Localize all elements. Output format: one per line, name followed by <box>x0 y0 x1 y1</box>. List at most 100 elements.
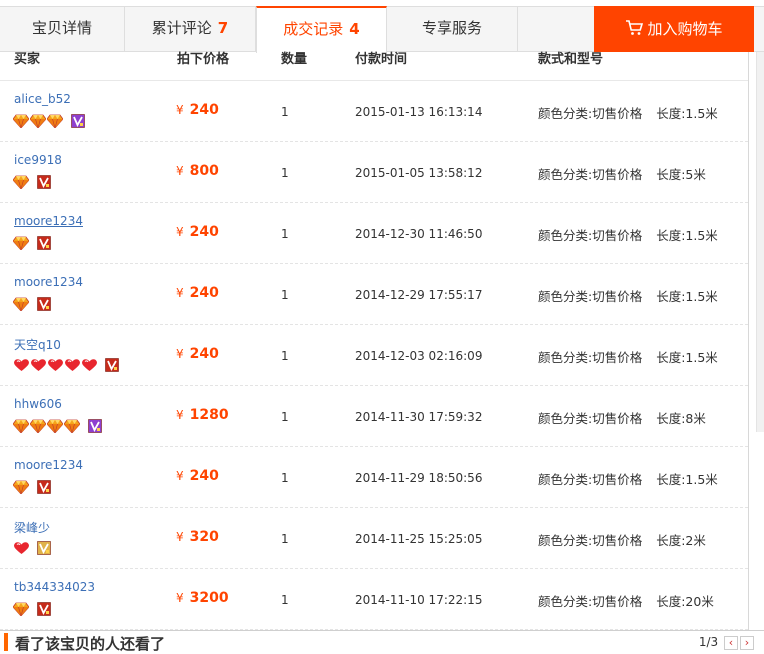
table-row: hhw606 ¥1280 1 2014-11-30 17:59:32 颜色分类:切售价格… <box>0 386 748 447</box>
price-value: ¥320 <box>176 529 219 545</box>
buyer-name-link[interactable]: moore1234 <box>14 275 83 289</box>
price-amount: 320 <box>189 529 219 545</box>
chevron-left-icon[interactable]: ‹ <box>724 635 738 650</box>
diamond-icon <box>12 419 30 434</box>
col-header-price: 拍下价格 <box>177 52 230 67</box>
spec-text: 颜色分类:切售价格 长度:2米 <box>538 530 706 549</box>
currency-symbol: ¥ <box>176 469 184 483</box>
table-row: ice9918 ¥800 1 2015-01-05 13:58:12 颜色分类:切售价格… <box>0 142 748 203</box>
buyer-name-link[interactable]: 天空q10 <box>14 336 61 353</box>
detail-tab-bar: 宝贝详情 累计评论 7 成交记录 4 专享服务 加入购物车 <box>0 6 764 53</box>
spec-color: 颜色分类:切售价格 <box>538 228 643 243</box>
vip-level-icon <box>37 235 51 250</box>
heart-icon <box>47 358 64 372</box>
add-to-cart-label: 加入购物车 <box>647 20 723 38</box>
diamond-icon <box>12 480 30 495</box>
quantity-value: 1 <box>281 288 289 302</box>
tab-count: 4 <box>349 20 360 38</box>
spec-color: 颜色分类:切售价格 <box>538 594 643 609</box>
buyer-name-link[interactable]: tb344334023 <box>14 580 95 594</box>
buyer-credit-badges <box>12 418 102 434</box>
price-value: ¥3200 <box>176 590 229 606</box>
quantity-value: 1 <box>281 410 289 424</box>
payment-time: 2015-01-05 13:58:12 <box>355 166 483 180</box>
spec-color: 颜色分类:切售价格 <box>538 289 643 304</box>
vip-level-icon <box>37 601 51 616</box>
buyer-credit-badges <box>13 357 119 373</box>
quantity-value: 1 <box>281 227 289 241</box>
buyer-credit-badges <box>12 479 51 495</box>
buyer-name-link[interactable]: moore1234 <box>14 458 83 472</box>
vip-level-icon <box>71 113 85 128</box>
buyer-name-link[interactable]: moore1234 <box>14 214 83 228</box>
table-row: alice_b52 ¥240 1 2015-01-13 16:13:14 颜色分类:切售… <box>0 81 748 142</box>
price-value: ¥1280 <box>176 407 229 423</box>
price-amount: 240 <box>189 468 219 484</box>
price-amount: 240 <box>189 346 219 362</box>
spec-text: 颜色分类:切售价格 长度:1.5米 <box>538 103 718 122</box>
quantity-value: 1 <box>281 471 289 485</box>
add-to-cart-button[interactable]: 加入购物车 <box>594 6 754 52</box>
buyer-name-link[interactable]: 梁峰少 <box>14 519 50 536</box>
payment-time: 2014-12-03 02:16:09 <box>355 349 483 363</box>
price-amount: 800 <box>189 163 219 179</box>
currency-symbol: ¥ <box>176 530 184 544</box>
spec-color: 颜色分类:切售价格 <box>538 411 643 426</box>
buyer-name-link[interactable]: ice9918 <box>14 153 62 167</box>
heart-icon <box>81 358 98 372</box>
spec-length: 长度:20米 <box>656 594 714 609</box>
tab-transactions[interactable]: 成交记录 4 <box>256 6 387 53</box>
tab-count: 7 <box>217 19 229 37</box>
price-value: ¥240 <box>176 346 219 362</box>
diamond-icon <box>12 114 30 129</box>
heart-icon <box>13 541 30 555</box>
tab-services[interactable]: 专享服务 <box>387 6 518 52</box>
diamond-icon <box>29 114 47 129</box>
section-marker <box>4 633 8 651</box>
panel-border <box>748 52 749 630</box>
spec-text: 颜色分类:切售价格 长度:5米 <box>538 164 706 183</box>
buyer-credit-badges <box>12 113 85 129</box>
spec-length: 长度:5米 <box>656 167 706 182</box>
scrollbar-track[interactable] <box>756 52 764 432</box>
chevron-right-icon[interactable]: › <box>740 635 754 650</box>
heart-icon <box>64 358 81 372</box>
quantity-value: 1 <box>281 105 289 119</box>
price-value: ¥240 <box>176 468 219 484</box>
buyer-credit-badges <box>13 540 51 556</box>
spec-text: 颜色分类:切售价格 长度:1.5米 <box>538 347 718 366</box>
quantity-value: 1 <box>281 593 289 607</box>
buyer-name-link[interactable]: alice_b52 <box>14 92 71 106</box>
tab-label: 宝贝详情 <box>31 19 92 37</box>
price-value: ¥240 <box>176 102 219 118</box>
payment-time: 2014-11-10 17:22:15 <box>355 593 483 607</box>
col-header-qty: 数量 <box>281 52 308 67</box>
spec-color: 颜色分类:切售价格 <box>538 472 643 487</box>
heart-icon <box>13 358 30 372</box>
spec-color: 颜色分类:切售价格 <box>538 350 643 365</box>
currency-symbol: ¥ <box>176 103 184 117</box>
diamond-icon <box>12 297 30 312</box>
price-amount: 3200 <box>189 590 229 606</box>
spec-text: 颜色分类:切售价格 长度:1.5米 <box>538 286 718 305</box>
col-header-time: 付款时间 <box>355 52 408 67</box>
spec-text: 颜色分类:切售价格 长度:8米 <box>538 408 706 427</box>
buyer-credit-badges <box>12 235 51 251</box>
buyer-name-link[interactable]: hhw606 <box>14 397 62 411</box>
table-row: 梁峰少 ¥320 1 2014-11-25 15:25:05 颜色分类:切售价格 长度:2… <box>0 508 748 569</box>
currency-symbol: ¥ <box>176 164 184 178</box>
spec-length: 长度:1.5米 <box>656 106 718 121</box>
spec-text: 颜色分类:切售价格 长度:1.5米 <box>538 469 718 488</box>
price-value: ¥240 <box>176 285 219 301</box>
tab-item-details[interactable]: 宝贝详情 <box>0 6 125 52</box>
currency-symbol: ¥ <box>176 591 184 605</box>
buyer-credit-badges <box>12 174 51 190</box>
spec-length: 长度:8米 <box>656 411 706 426</box>
diamond-icon <box>63 419 81 434</box>
col-header-buyer: 买家 <box>14 52 41 67</box>
currency-symbol: ¥ <box>176 408 184 422</box>
payment-time: 2014-11-29 18:50:56 <box>355 471 483 485</box>
payment-time: 2014-11-30 17:59:32 <box>355 410 483 424</box>
tab-reviews[interactable]: 累计评论 7 <box>125 6 256 52</box>
spec-text: 颜色分类:切售价格 长度:1.5米 <box>538 225 718 244</box>
